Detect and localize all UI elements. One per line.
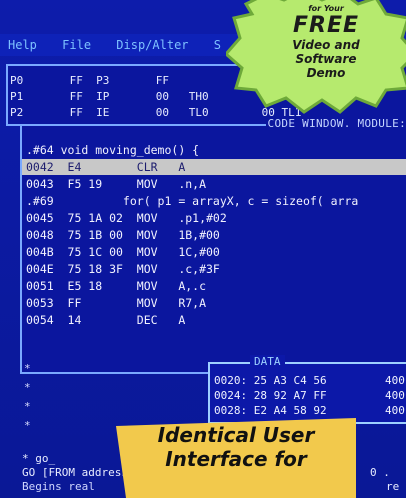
command-tail: 0 .	[370, 466, 390, 479]
code-line[interactable]: .#69 for( p1 = arrayX, c = sizeof( arra	[26, 193, 358, 209]
badge-line1: Video and	[292, 38, 360, 52]
data-row[interactable]: 0024: 28 92 A7 FF	[214, 389, 327, 402]
asterisk-marker: *	[24, 419, 31, 432]
code-line[interactable]: 0054 14 DEC A	[26, 312, 185, 328]
command-help-line: Begins real	[22, 480, 95, 493]
data-window: DATA 0020: 25 A3 C4 56 0024: 28 92 A7 FF…	[208, 355, 406, 424]
menu-file[interactable]: File	[62, 38, 91, 52]
menu-help[interactable]: Help	[8, 38, 37, 52]
promo-badge-text: for Your FREE Video and Software Demo	[288, 4, 364, 80]
data-row-right: 400	[385, 404, 405, 417]
code-line[interactable]: 0048 75 1B 00 MOV 1B,#00	[26, 227, 220, 243]
code-line-selected[interactable]: 0042 E4 CLR A	[22, 159, 406, 175]
data-row-right: 400	[385, 389, 405, 402]
code-line[interactable]: 0051 E5 18 MOV A,.c	[26, 278, 206, 294]
command-prompt[interactable]: * go_	[22, 452, 55, 465]
data-row[interactable]: 0020: 25 A3 C4 56	[214, 374, 327, 387]
code-line[interactable]: .#64 void moving_demo() {	[26, 142, 199, 158]
debugger-screen: Help File Disp/Alter S P0 FF P3 FF P1 FF…	[0, 0, 406, 498]
menu-disp-alter[interactable]: Disp/Alter	[116, 38, 188, 52]
code-line[interactable]: 004B 75 1C 00 MOV 1C,#00	[26, 244, 220, 260]
asterisk-marker: *	[24, 381, 31, 394]
code-window: CODE WINDOW. MODULE: .#64 void moving_de…	[20, 117, 406, 374]
banner-line2: Interface for	[165, 447, 307, 471]
badge-line2: Software Demo	[295, 52, 357, 80]
code-line[interactable]: 0043 F5 19 MOV .n,A	[26, 176, 206, 192]
code-window-title: CODE WINDOW. MODULE:	[265, 117, 406, 130]
code-line[interactable]: 004E 75 18 3F MOV .c,#3F	[26, 261, 220, 277]
code-line[interactable]: 0045 75 1A 02 MOV .p1,#02	[26, 210, 227, 226]
menu-s[interactable]: S	[214, 38, 221, 52]
command-tail: re	[386, 480, 400, 493]
asterisk-marker: *	[24, 400, 31, 413]
data-row[interactable]: 0028: E2 A4 58 92	[214, 404, 327, 417]
badge-free-text: FREE	[292, 13, 360, 38]
data-window-title: DATA	[250, 355, 285, 368]
asterisk-marker: *	[24, 362, 31, 375]
register-row: P0 FF P3 FF	[10, 74, 169, 87]
badge-small-text: for Your	[308, 4, 344, 13]
promo-banner-text: Identical User Interface for	[116, 423, 356, 471]
banner-line1: Identical User	[157, 423, 315, 447]
data-row-right: 400	[385, 374, 405, 387]
code-line[interactable]: 0053 FF MOV R7,A	[26, 295, 206, 311]
